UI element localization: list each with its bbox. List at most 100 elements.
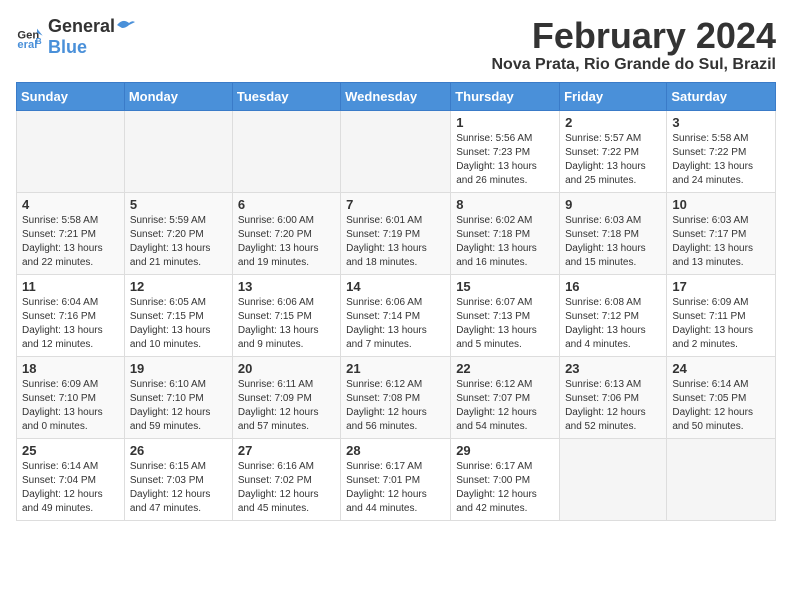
- week-row-4: 18Sunrise: 6:09 AM Sunset: 7:10 PM Dayli…: [17, 356, 776, 438]
- day-number: 2: [565, 115, 661, 130]
- day-number: 4: [22, 197, 119, 212]
- day-number: 8: [456, 197, 554, 212]
- day-cell: 28Sunrise: 6:17 AM Sunset: 7:01 PM Dayli…: [341, 438, 451, 520]
- day-number: 25: [22, 443, 119, 458]
- days-of-week-row: SundayMondayTuesdayWednesdayThursdayFrid…: [17, 82, 776, 110]
- day-number: 26: [130, 443, 227, 458]
- logo-bird-icon: [117, 18, 135, 32]
- svg-text:B: B: [36, 36, 42, 46]
- day-cell: 20 Sunrise: 6:11 AM Sunset: 7:09 PM Dayli…: [232, 356, 340, 438]
- month-year-title: February 2024: [491, 16, 776, 56]
- day-info: Sunrise: 5:58 AM Sunset: 7:21 PM Dayligh…: [22, 214, 119, 270]
- day-cell: [341, 110, 451, 192]
- day-number: 17: [672, 279, 770, 294]
- day-cell: 21 Sunrise: 6:12 AM Sunset: 7:08 PM Dayli…: [341, 356, 451, 438]
- day-number: 27: [238, 443, 335, 458]
- day-info: Sunrise: 6:00 AM Sunset: 7:20 PM Dayligh…: [238, 214, 335, 270]
- logo-icon: Gen eral B: [16, 23, 44, 51]
- header-wednesday: Wednesday: [341, 82, 451, 110]
- title-area: February 2024 Nova Prata, Rio Grande do …: [491, 16, 776, 74]
- day-cell: 14 Sunrise: 6:06 AM Sunset: 7:14 PM Dayli…: [341, 274, 451, 356]
- day-number: 1: [456, 115, 554, 130]
- day-number: 19: [130, 361, 227, 376]
- day-number: 3: [672, 115, 770, 130]
- day-info: Sunrise: 6:12 AM Sunset: 7:07 PM Dayligh…: [456, 378, 554, 434]
- day-number: 13: [238, 279, 335, 294]
- day-info: Sunrise: 6:10 AM Sunset: 7:10 PM Dayligh…: [130, 378, 227, 434]
- day-info: Sunrise: 6:09 AM Sunset: 7:11 PM Dayligh…: [672, 296, 770, 352]
- day-info: Sunrise: 6:02 AM Sunset: 7:18 PM Dayligh…: [456, 214, 554, 270]
- day-number: 6: [238, 197, 335, 212]
- day-cell: 23Sunrise: 6:13 AM Sunset: 7:06 PM Dayli…: [560, 356, 667, 438]
- week-row-5: 25Sunrise: 6:14 AM Sunset: 7:04 PM Dayli…: [17, 438, 776, 520]
- day-number: 5: [130, 197, 227, 212]
- day-info: Sunrise: 6:08 AM Sunset: 7:12 PM Dayligh…: [565, 296, 661, 352]
- header-tuesday: Tuesday: [232, 82, 340, 110]
- day-info: Sunrise: 6:04 AM Sunset: 7:16 PM Dayligh…: [22, 296, 119, 352]
- day-info: Sunrise: 6:03 AM Sunset: 7:17 PM Dayligh…: [672, 214, 770, 270]
- day-info: Sunrise: 6:06 AM Sunset: 7:15 PM Dayligh…: [238, 296, 335, 352]
- week-row-3: 11 Sunrise: 6:04 AM Sunset: 7:16 PM Dayli…: [17, 274, 776, 356]
- day-cell: 5Sunrise: 5:59 AM Sunset: 7:20 PM Daylig…: [124, 192, 232, 274]
- day-cell: 8 Sunrise: 6:02 AM Sunset: 7:18 PM Daylig…: [451, 192, 560, 274]
- day-info: Sunrise: 6:06 AM Sunset: 7:14 PM Dayligh…: [346, 296, 445, 352]
- day-number: 23: [565, 361, 661, 376]
- day-cell: 13 Sunrise: 6:06 AM Sunset: 7:15 PM Dayli…: [232, 274, 340, 356]
- day-info: Sunrise: 6:12 AM Sunset: 7:08 PM Dayligh…: [346, 378, 445, 434]
- day-number: 7: [346, 197, 445, 212]
- day-info: Sunrise: 6:14 AM Sunset: 7:05 PM Dayligh…: [672, 378, 770, 434]
- day-cell: [667, 438, 776, 520]
- day-info: Sunrise: 6:01 AM Sunset: 7:19 PM Dayligh…: [346, 214, 445, 270]
- day-cell: 29Sunrise: 6:17 AM Sunset: 7:00 PM Dayli…: [451, 438, 560, 520]
- week-row-1: 1Sunrise: 5:56 AM Sunset: 7:23 PM Daylig…: [17, 110, 776, 192]
- day-cell: 2 Sunrise: 5:57 AM Sunset: 7:22 PM Daylig…: [560, 110, 667, 192]
- day-cell: 7 Sunrise: 6:01 AM Sunset: 7:19 PM Daylig…: [341, 192, 451, 274]
- day-cell: 11 Sunrise: 6:04 AM Sunset: 7:16 PM Dayli…: [17, 274, 125, 356]
- header-friday: Friday: [560, 82, 667, 110]
- day-info: Sunrise: 6:11 AM Sunset: 7:09 PM Dayligh…: [238, 378, 335, 434]
- day-cell: 27Sunrise: 6:16 AM Sunset: 7:02 PM Dayli…: [232, 438, 340, 520]
- day-cell: 25Sunrise: 6:14 AM Sunset: 7:04 PM Dayli…: [17, 438, 125, 520]
- header-saturday: Saturday: [667, 82, 776, 110]
- day-cell: [17, 110, 125, 192]
- day-cell: 3Sunrise: 5:58 AM Sunset: 7:22 PM Daylig…: [667, 110, 776, 192]
- day-cell: [560, 438, 667, 520]
- day-number: 9: [565, 197, 661, 212]
- day-cell: 9 Sunrise: 6:03 AM Sunset: 7:18 PM Daylig…: [560, 192, 667, 274]
- day-cell: 1Sunrise: 5:56 AM Sunset: 7:23 PM Daylig…: [451, 110, 560, 192]
- day-number: 10: [672, 197, 770, 212]
- svg-text:eral: eral: [17, 39, 37, 51]
- day-number: 11: [22, 279, 119, 294]
- day-info: Sunrise: 6:05 AM Sunset: 7:15 PM Dayligh…: [130, 296, 227, 352]
- day-cell: 16 Sunrise: 6:08 AM Sunset: 7:12 PM Dayli…: [560, 274, 667, 356]
- day-cell: 12 Sunrise: 6:05 AM Sunset: 7:15 PM Dayli…: [124, 274, 232, 356]
- day-cell: 15Sunrise: 6:07 AM Sunset: 7:13 PM Dayli…: [451, 274, 560, 356]
- day-cell: 4 Sunrise: 5:58 AM Sunset: 7:21 PM Daylig…: [17, 192, 125, 274]
- day-info: Sunrise: 6:03 AM Sunset: 7:18 PM Dayligh…: [565, 214, 661, 270]
- location-title: Nova Prata, Rio Grande do Sul, Brazil: [491, 56, 776, 74]
- day-cell: 24 Sunrise: 6:14 AM Sunset: 7:05 PM Dayli…: [667, 356, 776, 438]
- day-number: 12: [130, 279, 227, 294]
- day-number: 16: [565, 279, 661, 294]
- day-info: Sunrise: 6:07 AM Sunset: 7:13 PM Dayligh…: [456, 296, 554, 352]
- calendar-body: 1Sunrise: 5:56 AM Sunset: 7:23 PM Daylig…: [17, 110, 776, 520]
- day-cell: 18Sunrise: 6:09 AM Sunset: 7:10 PM Dayli…: [17, 356, 125, 438]
- week-row-2: 4 Sunrise: 5:58 AM Sunset: 7:21 PM Daylig…: [17, 192, 776, 274]
- logo-general: General: [48, 16, 115, 37]
- header-monday: Monday: [124, 82, 232, 110]
- day-cell: 26 Sunrise: 6:15 AM Sunset: 7:03 PM Dayli…: [124, 438, 232, 520]
- day-cell: [232, 110, 340, 192]
- day-info: Sunrise: 5:57 AM Sunset: 7:22 PM Dayligh…: [565, 132, 661, 188]
- day-info: Sunrise: 6:15 AM Sunset: 7:03 PM Dayligh…: [130, 460, 227, 516]
- day-number: 22: [456, 361, 554, 376]
- day-number: 24: [672, 361, 770, 376]
- header-sunday: Sunday: [17, 82, 125, 110]
- day-number: 20: [238, 361, 335, 376]
- day-number: 21: [346, 361, 445, 376]
- day-cell: 10 Sunrise: 6:03 AM Sunset: 7:17 PM Dayli…: [667, 192, 776, 274]
- day-number: 14: [346, 279, 445, 294]
- logo: Gen eral B General Blue: [16, 16, 135, 58]
- calendar-table: SundayMondayTuesdayWednesdayThursdayFrid…: [16, 82, 776, 521]
- day-cell: 6 Sunrise: 6:00 AM Sunset: 7:20 PM Daylig…: [232, 192, 340, 274]
- header-thursday: Thursday: [451, 82, 560, 110]
